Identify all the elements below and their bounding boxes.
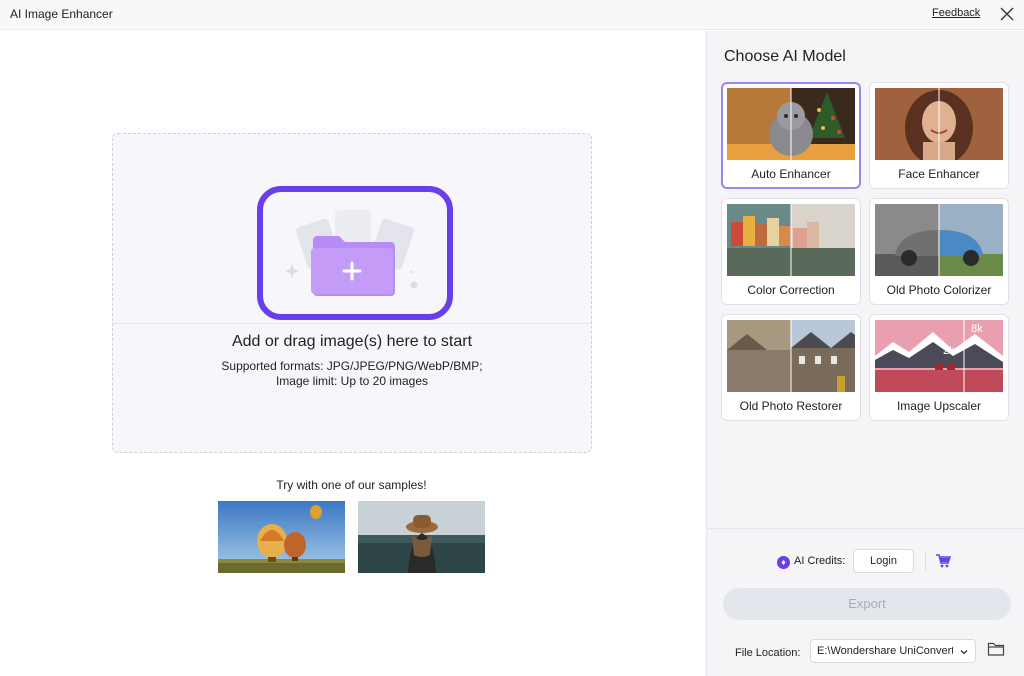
image-limit-text: Image limit: Up to 20 images bbox=[275, 374, 429, 388]
image-upscaler-thumbnail: 8k 2k bbox=[875, 320, 1003, 392]
model-card-auto-enhancer[interactable]: Auto Enhancer bbox=[721, 82, 861, 189]
model-label: Old Photo Restorer bbox=[739, 399, 843, 413]
file-location-select[interactable]: E:\Wondershare UniConverter bbox=[810, 639, 976, 663]
color-correction-thumbnail bbox=[727, 204, 855, 276]
file-location-value: E:\Wondershare UniConverter bbox=[817, 645, 953, 657]
model-card-old-photo-colorizer[interactable]: Old Photo Colorizer bbox=[869, 198, 1009, 305]
model-card-face-enhancer[interactable]: Face Enhancer bbox=[869, 82, 1009, 189]
ai-credits-label: AI Credits: bbox=[794, 555, 846, 567]
drop-zone-divider bbox=[113, 323, 591, 324]
folder-icon[interactable] bbox=[987, 641, 1005, 657]
model-panel: Choose AI Model Auto Enhancer Face Enhan… bbox=[706, 31, 1024, 676]
face-enhancer-thumbnail bbox=[875, 88, 1003, 160]
samples-label: Try with one of our samples! bbox=[276, 478, 427, 492]
upscale-2k-badge: 2k bbox=[943, 345, 955, 357]
main-area: Add or drag image(s) here to start Suppo… bbox=[0, 31, 706, 676]
title-bar: AI Image Enhancer Feedback bbox=[0, 0, 1024, 30]
sample-image-woman-hat[interactable] bbox=[358, 501, 485, 573]
model-label: Auto Enhancer bbox=[751, 167, 831, 181]
app-title: AI Image Enhancer bbox=[10, 7, 113, 21]
drop-zone-title: Add or drag image(s) here to start bbox=[231, 333, 473, 350]
export-section: AI Credits: Login Export File Location: … bbox=[707, 528, 1024, 676]
feedback-link[interactable]: Feedback bbox=[932, 7, 980, 19]
old-photo-colorizer-thumbnail bbox=[875, 204, 1003, 276]
login-button[interactable]: Login bbox=[853, 549, 914, 573]
upscale-8k-badge: 8k bbox=[971, 323, 983, 335]
ai-credits-icon bbox=[777, 556, 790, 569]
cart-icon[interactable] bbox=[935, 553, 951, 569]
folder-add-icon[interactable] bbox=[283, 206, 423, 301]
choose-model-title: Choose AI Model bbox=[724, 48, 846, 65]
chevron-down-icon bbox=[960, 650, 968, 655]
model-label: Image Upscaler bbox=[896, 399, 982, 413]
model-label: Color Correction bbox=[747, 283, 835, 297]
auto-enhancer-thumbnail bbox=[727, 88, 855, 160]
model-label: Old Photo Colorizer bbox=[886, 283, 992, 297]
old-photo-restorer-thumbnail bbox=[727, 320, 855, 392]
file-location-label: File Location: bbox=[735, 647, 801, 659]
model-label: Face Enhancer bbox=[898, 167, 980, 181]
model-card-color-correction[interactable]: Color Correction bbox=[721, 198, 861, 305]
drop-zone[interactable]: Add or drag image(s) here to start Suppo… bbox=[112, 133, 592, 453]
supported-formats-text: Supported formats: JPG/JPEG/PNG/WebP/BMP… bbox=[221, 359, 483, 373]
close-icon[interactable] bbox=[998, 5, 1016, 23]
model-card-old-photo-restorer[interactable]: Old Photo Restorer bbox=[721, 314, 861, 421]
sample-image-balloons[interactable] bbox=[218, 501, 345, 573]
model-card-image-upscaler[interactable]: 8k 2k Image Upscaler bbox=[869, 314, 1009, 421]
toolbar-separator bbox=[925, 551, 926, 571]
export-button[interactable]: Export bbox=[723, 588, 1011, 620]
